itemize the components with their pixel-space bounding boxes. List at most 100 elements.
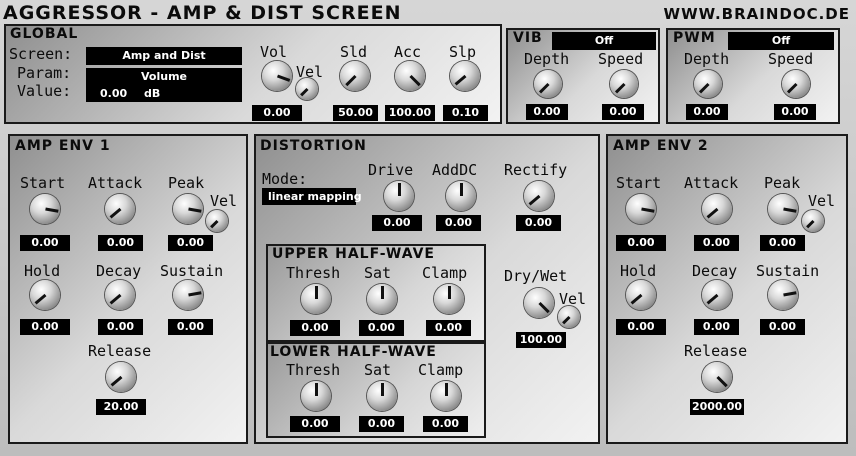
env1-start-label: Start — [20, 174, 66, 192]
env2-start-value: 0.00 — [616, 235, 666, 251]
pwm-speed-knob[interactable] — [782, 70, 810, 98]
env2-decay-value: 0.00 — [694, 319, 739, 335]
pwm-depth-value: 0.00 — [686, 104, 728, 120]
drywet-vel-knob[interactable] — [558, 306, 580, 328]
rectify-value: 0.00 — [516, 215, 561, 231]
upper-clamp-knob[interactable] — [434, 284, 464, 314]
sld-knob[interactable] — [340, 61, 370, 91]
amp-env-2-title: AMP ENV 2 — [613, 138, 709, 154]
sld-label: Sld — [340, 43, 368, 61]
vol-vel-knob[interactable] — [296, 78, 318, 100]
pwm-speed-value: 0.00 — [774, 104, 816, 120]
adddc-knob[interactable] — [446, 181, 476, 211]
env2-decay-knob[interactable] — [702, 280, 732, 310]
value-label: Value: — [17, 82, 72, 100]
slp-value: 0.10 — [443, 105, 488, 121]
lower-clamp-value: 0.00 — [423, 416, 468, 432]
drive-knob[interactable] — [384, 181, 414, 211]
env2-sustain-label: Sustain — [756, 262, 820, 280]
global-title: GLOBAL — [10, 26, 79, 42]
env2-hold-value: 0.00 — [616, 319, 666, 335]
acc-value: 100.00 — [385, 105, 435, 121]
dist-mode-label: Mode: — [262, 170, 308, 188]
vib-depth-knob[interactable] — [534, 70, 562, 98]
lower-clamp-label: Clamp — [418, 361, 464, 379]
lower-half-wave-panel: LOWER HALF-WAVE Thresh 0.00 Sat 0.00 Cla… — [266, 342, 486, 438]
acc-label: Acc — [394, 43, 422, 61]
vib-mode-select[interactable]: Off — [552, 32, 656, 50]
env2-decay-label: Decay — [692, 262, 738, 280]
drywet-knob[interactable] — [524, 288, 554, 318]
upper-sat-knob[interactable] — [367, 284, 397, 314]
lower-thresh-label: Thresh — [286, 361, 341, 379]
env1-peak-vel-knob[interactable] — [206, 210, 228, 232]
env2-release-value: 2000.00 — [690, 399, 744, 415]
synth-editor-window: AGGRESSOR - AMP & DIST SCREEN WWW.BRAIND… — [0, 0, 856, 456]
env2-sustain-value: 0.00 — [760, 319, 805, 335]
env2-sustain-knob[interactable] — [768, 280, 798, 310]
param-value-display[interactable]: Volume 0.00 dB — [86, 68, 242, 102]
env1-decay-knob[interactable] — [105, 280, 135, 310]
acc-knob[interactable] — [395, 61, 425, 91]
lower-thresh-knob[interactable] — [301, 381, 331, 411]
env2-attack-label: Attack — [684, 174, 739, 192]
screen-select[interactable]: Amp and Dist — [86, 47, 242, 65]
upper-sat-label: Sat — [364, 264, 392, 282]
env2-peak-vel-knob[interactable] — [802, 210, 824, 232]
website-label: WWW.BRAINDOC.DE — [663, 5, 850, 23]
screen-label: Screen: — [9, 45, 73, 63]
vol-value: 0.00 — [252, 105, 302, 121]
lower-sat-knob[interactable] — [367, 381, 397, 411]
vib-speed-knob[interactable] — [610, 70, 638, 98]
dist-mode-select[interactable]: linear mapping — [262, 188, 362, 205]
env2-release-label: Release — [684, 342, 748, 360]
distortion-title: DISTORTION — [260, 138, 367, 154]
env1-start-value: 0.00 — [20, 235, 70, 251]
upper-clamp-value: 0.00 — [426, 320, 471, 336]
env2-start-knob[interactable] — [626, 194, 656, 224]
slp-knob[interactable] — [450, 61, 480, 91]
adddc-value: 0.00 — [436, 215, 481, 231]
screen-title: AGGRESSOR - AMP & DIST SCREEN — [3, 2, 402, 24]
env1-peak-label: Peak — [168, 174, 205, 192]
param-label: Param: — [17, 64, 72, 82]
param-number: 0.00 — [100, 87, 128, 100]
vib-panel: VIB Off Depth 0.00 Speed 0.00 — [506, 28, 660, 124]
upper-half-wave-panel: UPPER HALF-WAVE Thresh 0.00 Sat 0.00 Cla… — [266, 244, 486, 342]
pwm-mode-select[interactable]: Off — [728, 32, 834, 50]
env1-sustain-value: 0.00 — [168, 319, 213, 335]
env1-attack-value: 0.00 — [98, 235, 143, 251]
env1-release-knob[interactable] — [106, 362, 136, 392]
env1-hold-value: 0.00 — [20, 319, 70, 335]
upper-thresh-knob[interactable] — [301, 284, 331, 314]
env2-peak-value: 0.00 — [760, 235, 805, 251]
env2-hold-label: Hold — [620, 262, 657, 280]
env2-start-label: Start — [616, 174, 662, 192]
env1-peak-knob[interactable] — [173, 194, 203, 224]
vol-knob[interactable] — [262, 61, 292, 91]
lower-clamp-knob[interactable] — [431, 381, 461, 411]
pwm-title: PWM — [673, 30, 716, 46]
env1-sustain-knob[interactable] — [173, 280, 203, 310]
env1-release-value: 20.00 — [96, 399, 146, 415]
env1-attack-knob[interactable] — [105, 194, 135, 224]
sld-value: 50.00 — [333, 105, 378, 121]
vib-speed-label: Speed — [598, 50, 644, 68]
lower-sat-value: 0.00 — [359, 416, 404, 432]
amp-env-2-panel: AMP ENV 2 Start 0.00 Attack 0.00 Peak Ve… — [606, 134, 848, 444]
env2-attack-knob[interactable] — [702, 194, 732, 224]
env2-release-knob[interactable] — [702, 362, 732, 392]
rectify-knob[interactable] — [524, 181, 554, 211]
env1-start-knob[interactable] — [30, 194, 60, 224]
rectify-label: Rectify — [504, 161, 568, 179]
env2-peak-knob[interactable] — [768, 194, 798, 224]
lower-thresh-value: 0.00 — [290, 416, 340, 432]
env1-decay-label: Decay — [96, 262, 142, 280]
lower-sat-label: Sat — [364, 361, 392, 379]
upper-clamp-label: Clamp — [422, 264, 468, 282]
env2-attack-value: 0.00 — [694, 235, 739, 251]
env1-hold-knob[interactable] — [30, 280, 60, 310]
env2-hold-knob[interactable] — [626, 280, 656, 310]
pwm-depth-knob[interactable] — [694, 70, 722, 98]
env1-attack-label: Attack — [88, 174, 143, 192]
